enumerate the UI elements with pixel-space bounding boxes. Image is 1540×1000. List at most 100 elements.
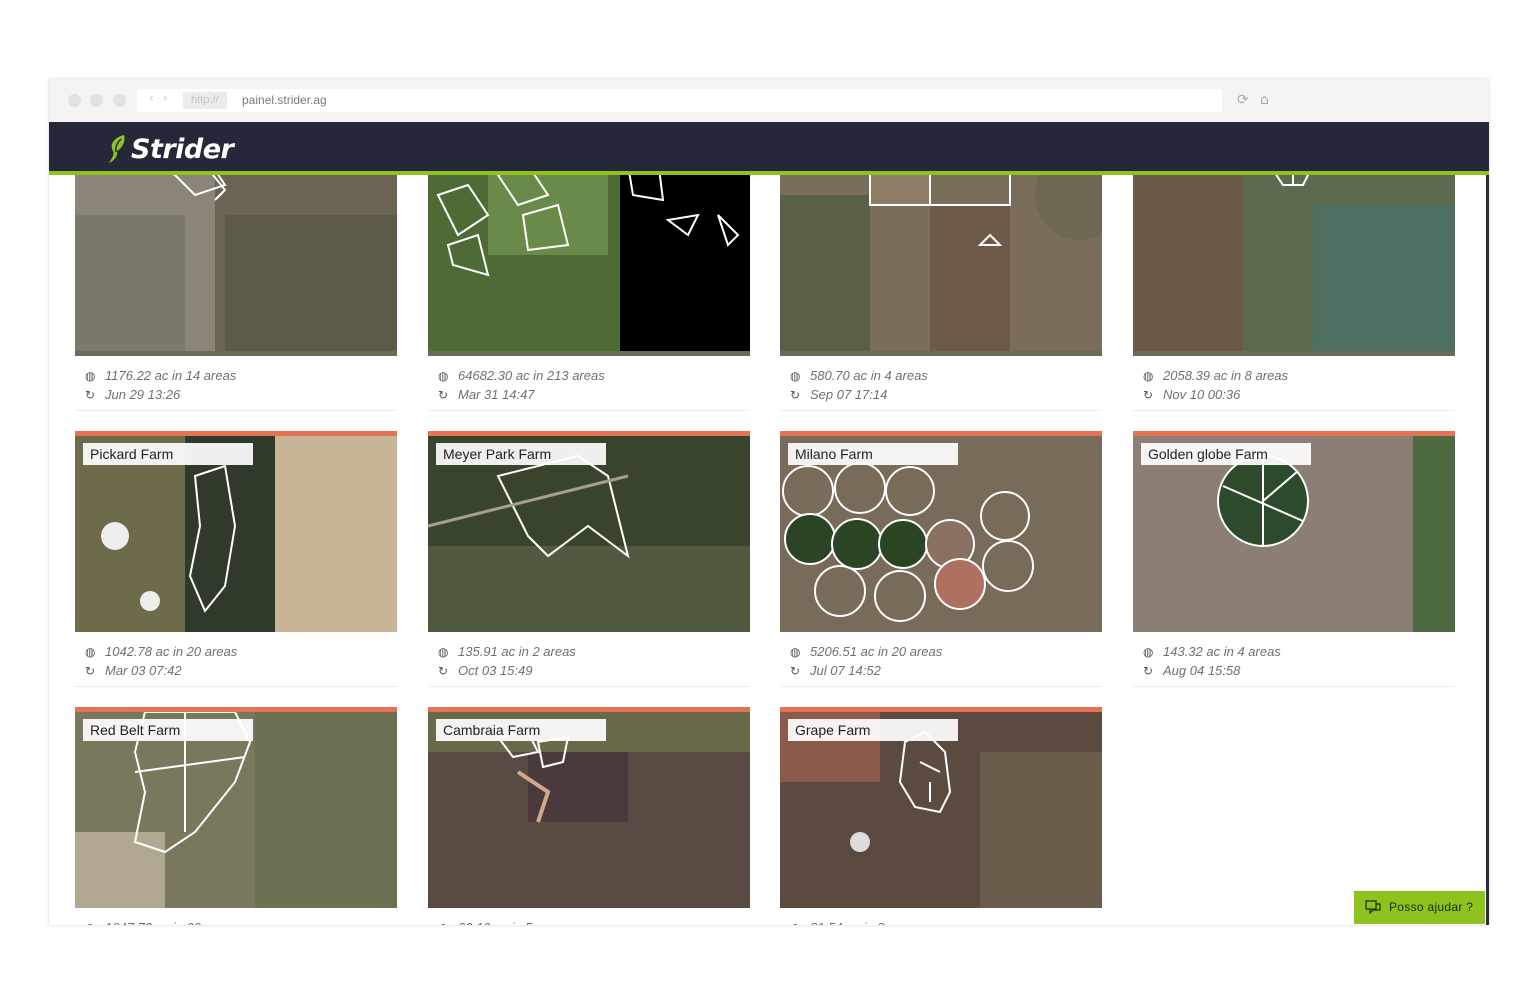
farm-card[interactable]: ◍ 1176.22 ac in 14 areas ↻ Jun 29 13:26 [75, 175, 397, 411]
farm-area: 2058.39 ac in 8 areas [1163, 368, 1289, 383]
farm-updated-row: ↻ Mar 03 07:42 [85, 661, 237, 680]
browser-toolbar: ‹ › http:// painel.strider.ag ⟳ ⌂ [49, 79, 1489, 122]
farm-area-row: ◍ 64682.30 ac in 213 areas [438, 366, 605, 385]
farm-map-thumbnail[interactable]: Cambraia Farm [428, 707, 750, 908]
globe-icon: ◍ [85, 369, 96, 383]
farm-area: 1047.73 ac in 29 areas [105, 920, 237, 925]
home-icon[interactable]: ⌂ [1260, 92, 1269, 108]
help-label: Posso ajudar ? [1389, 900, 1474, 914]
chevron-left-icon[interactable]: ‹ [149, 91, 154, 105]
farm-updated-row: ↻ Mar 31 14:47 [438, 385, 605, 404]
farm-updated: Mar 31 14:47 [458, 387, 535, 402]
farm-name: Cambraia Farm [436, 719, 606, 741]
globe-icon: ◍ [1143, 369, 1154, 383]
farm-area-row: ◍ 1042.78 ac in 20 areas [85, 642, 237, 661]
window-close-dot[interactable] [68, 94, 81, 107]
farm-name: Grape Farm [788, 719, 958, 741]
farm-card[interactable]: Grape Farm◍81.54 ac in 8 areas↻Nov 24 15… [780, 707, 1102, 925]
globe-icon: ◍ [85, 645, 96, 659]
globe-icon: ◍ [790, 369, 801, 383]
address-bar[interactable]: ‹ › http:// painel.strider.ag [137, 89, 1222, 112]
farm-area: 135.91 ac in 2 areas [458, 644, 576, 659]
farm-area: 143.32 ac in 4 areas [1163, 644, 1281, 659]
farm-updated: Sep 07 17:14 [810, 387, 888, 402]
browser-window: ‹ › http:// painel.strider.ag ⟳ ⌂ Stride… [49, 79, 1489, 925]
farm-name: Milano Farm [788, 443, 958, 465]
help-chat-button[interactable]: Posso ajudar ? [1354, 891, 1485, 924]
farm-card[interactable]: Cambraia Farm◍32.12 ac in 5 areas↻Nov 24… [428, 707, 750, 925]
farm-updated: Aug 04 15:58 [1163, 663, 1241, 678]
satellite-map [780, 712, 1102, 908]
satellite-map [428, 712, 750, 908]
farm-updated: Jun 29 13:26 [105, 387, 181, 402]
farm-map-thumbnail[interactable] [428, 175, 750, 356]
farm-area: 580.70 ac in 4 areas [810, 368, 928, 383]
satellite-map [1133, 175, 1455, 351]
globe-icon: ◍ [438, 369, 449, 383]
farm-card[interactable]: Meyer Park Farm ◍ 135.91 ac in 2 areas ↻ Oct… [428, 431, 750, 687]
logo-text: Strider [131, 133, 234, 165]
farm-updated: Oct 03 15:49 [458, 663, 533, 678]
reload-icon[interactable]: ⟳ [1237, 92, 1249, 108]
refresh-icon: ↻ [1143, 388, 1154, 402]
globe-icon: ◍ [438, 919, 452, 925]
app-header: Strider [49, 122, 1489, 175]
farm-map-thumbnail[interactable] [75, 175, 397, 356]
farm-card[interactable]: Red Belt Farm◍1047.73 ac in 29 areas↻Sep… [75, 707, 397, 925]
farm-map-thumbnail[interactable]: Pickard Farm [75, 431, 397, 632]
farm-area-row: ◍ 1176.22 ac in 14 areas [85, 366, 236, 385]
farm-updated-row: ↻ Nov 10 00:36 [1143, 385, 1288, 404]
scrollbar[interactable] [1486, 175, 1489, 925]
globe-icon: ◍ [790, 645, 801, 659]
farm-map-thumbnail[interactable]: Red Belt Farm [75, 707, 397, 908]
chevron-right-icon[interactable]: › [163, 91, 168, 105]
farm-area-row: ◍ 580.70 ac in 4 areas [790, 366, 928, 385]
farm-name: Pickard Farm [83, 443, 253, 465]
satellite-map [75, 175, 397, 351]
refresh-icon: ↻ [790, 664, 801, 678]
farm-area-row: ◍ 2058.39 ac in 8 areas [1143, 366, 1288, 385]
farm-updated-row: ↻ Sep 07 17:14 [790, 385, 928, 404]
farm-map-thumbnail[interactable]: Grape Farm [780, 707, 1102, 908]
satellite-map [1133, 436, 1455, 632]
farm-area-row: ◍ 1047.73 ac in 29 areas [85, 918, 237, 925]
url-text[interactable]: painel.strider.ag [242, 92, 327, 109]
satellite-map [780, 436, 1102, 632]
satellite-map [428, 436, 750, 632]
farm-updated: Nov 10 00:36 [1163, 387, 1241, 402]
farm-card[interactable]: ◍ 64682.30 ac in 213 areas ↻ Mar 31 14:47 [428, 175, 750, 411]
farm-map-thumbnail[interactable] [1133, 175, 1455, 356]
globe-icon: ◍ [790, 919, 804, 925]
farm-area: 81.54 ac in 8 areas [810, 920, 921, 925]
farm-area: 5206.51 ac in 20 areas [810, 644, 943, 659]
window-maximize-dot[interactable] [113, 94, 126, 107]
farm-area-row: ◍ 81.54 ac in 8 areas [790, 918, 921, 925]
farm-card[interactable]: Milano Farm ◍ 5206.51 ac in 20 areas ↻ Jul 0… [780, 431, 1102, 687]
window-minimize-dot[interactable] [90, 94, 103, 107]
farm-map-thumbnail[interactable]: Golden globe Farm [1133, 431, 1455, 632]
satellite-map [428, 175, 750, 351]
farm-updated-row: ↻ Oct 03 15:49 [438, 661, 576, 680]
farm-area-row: ◍ 5206.51 ac in 20 areas [790, 642, 942, 661]
farm-map-thumbnail[interactable]: Milano Farm [780, 431, 1102, 632]
farm-name: Golden globe Farm [1141, 443, 1311, 465]
farm-map-thumbnail[interactable]: Meyer Park Farm [428, 431, 750, 632]
farm-card[interactable]: ◍ 580.70 ac in 4 areas ↻ Sep 07 17:14 [780, 175, 1102, 411]
farm-card[interactable]: Golden globe Farm ◍ 143.32 ac in 4 areas ↻ A… [1133, 431, 1455, 687]
satellite-map [75, 436, 397, 632]
farm-card[interactable]: Pickard Farm ◍ 1042.78 ac in 20 areas ↻ Mar … [75, 431, 397, 687]
farm-name: Meyer Park Farm [436, 443, 606, 465]
chat-icon [1365, 900, 1381, 914]
farm-area: 1176.22 ac in 14 areas [105, 368, 237, 383]
refresh-icon: ↻ [1143, 664, 1154, 678]
farm-area: 64682.30 ac in 213 areas [458, 368, 605, 383]
refresh-icon: ↻ [438, 664, 449, 678]
farm-updated: Mar 03 07:42 [105, 663, 182, 678]
refresh-icon: ↻ [85, 388, 96, 402]
farm-map-thumbnail[interactable] [780, 175, 1102, 356]
farm-name: Red Belt Farm [83, 719, 253, 741]
globe-icon: ◍ [438, 645, 449, 659]
strider-logo[interactable]: Strider [107, 133, 234, 165]
farm-card[interactable]: ◍ 2058.39 ac in 8 areas ↻ Nov 10 00:36 [1133, 175, 1455, 411]
farm-updated-row: ↻ Jun 29 13:26 [85, 385, 236, 404]
